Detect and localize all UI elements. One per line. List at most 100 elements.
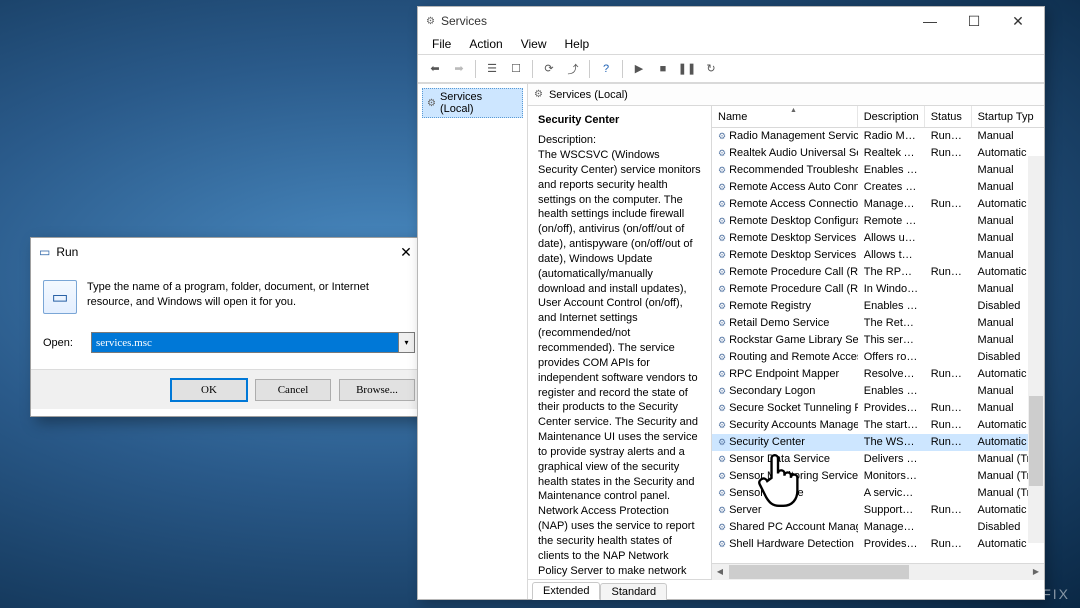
table-row[interactable]: ⚙Remote Desktop Configurat...Remote Des.… (712, 213, 1044, 230)
tab-standard[interactable]: Standard (600, 583, 667, 600)
service-list[interactable]: ⚙Radio Management ServiceRadio Mana...Ru… (712, 128, 1044, 563)
gear-icon: ⚙ (718, 267, 726, 278)
gear-icon: ⚙ (718, 369, 726, 380)
table-row[interactable]: ⚙Sensor Data ServiceDelivers dat...Manua… (712, 451, 1044, 468)
table-row[interactable]: ⚙Radio Management ServiceRadio Mana...Ru… (712, 128, 1044, 145)
service-name: Routing and Remote Access (729, 351, 858, 363)
table-row[interactable]: ⚙Shared PC Account ManagerManages pr...D… (712, 519, 1044, 536)
detail-pane: Security Center Description: The WSCSVC … (528, 106, 712, 579)
col-startup[interactable]: Startup Typ (972, 106, 1044, 127)
table-row[interactable]: ⚙Sensor ServiceA service fo...Manual (Tr… (712, 485, 1044, 502)
service-desc: Monitors va... (858, 469, 925, 483)
table-row[interactable]: ⚙Remote Procedure Call (RPC)The RPCSS s.… (712, 264, 1044, 281)
service-desc: Enables aut... (858, 163, 925, 177)
service-desc: The startup ... (858, 418, 925, 432)
gear-icon: ⚙ (718, 165, 726, 176)
minimize-icon[interactable]: — (908, 8, 952, 34)
service-status: Running (925, 197, 972, 211)
service-desc: Manages di... (858, 197, 925, 211)
help-icon[interactable]: ? (595, 58, 617, 80)
table-row[interactable]: ⚙Remote Access Auto Conne...Creates a co… (712, 179, 1044, 196)
gear-icon: ⚙ (534, 89, 543, 100)
refresh-icon[interactable]: ⟳ (538, 58, 560, 80)
play-icon[interactable]: ▶ (628, 58, 650, 80)
scrollbar-thumb[interactable] (1029, 396, 1043, 486)
run-titlebar[interactable]: ▭ Run ✕ (31, 238, 427, 266)
table-row[interactable]: ⚙Retail Demo ServiceThe Retail D...Manua… (712, 315, 1044, 332)
table-row[interactable]: ⚙Remote Desktop Services U...Allows the … (712, 247, 1044, 264)
open-input[interactable] (92, 333, 398, 352)
tab-extended[interactable]: Extended (532, 582, 600, 600)
open-label: Open: (43, 337, 83, 349)
scrollbar-thumb[interactable] (729, 565, 909, 579)
service-desc: Creates a co... (858, 180, 925, 194)
tree-label: Services (Local) (440, 91, 518, 115)
service-name: Sensor Data Service (729, 453, 830, 465)
open-combobox[interactable]: ▾ (91, 332, 415, 353)
services-title: Services (441, 14, 487, 28)
service-desc: Allows the r... (858, 248, 925, 262)
close-icon[interactable]: ✕ (996, 8, 1040, 34)
service-name: Remote Access Connection... (729, 198, 858, 210)
maximize-icon[interactable]: ☐ (952, 8, 996, 34)
col-name[interactable]: Name (712, 106, 858, 127)
gear-icon: ⚙ (718, 352, 726, 363)
horizontal-scrollbar[interactable]: ◀ ▶ (712, 563, 1044, 579)
table-row[interactable]: ⚙Rockstar Game Library Servi...This serv… (712, 332, 1044, 349)
menu-file[interactable]: File (424, 35, 459, 54)
table-row[interactable]: ⚙Realtek Audio Universal Ser...Realtek A… (712, 145, 1044, 162)
service-desc: Offers routi... (858, 350, 925, 364)
menu-view[interactable]: View (513, 35, 555, 54)
menu-help[interactable]: Help (557, 35, 598, 54)
table-row[interactable]: ⚙Security Accounts ManagerThe startup ..… (712, 417, 1044, 434)
service-desc: Resolves RP... (858, 367, 925, 381)
table-row[interactable]: ⚙Secure Socket Tunneling Pr...Provides s… (712, 400, 1044, 417)
table-row[interactable]: ⚙Routing and Remote AccessOffers routi..… (712, 349, 1044, 366)
table-row[interactable]: ⚙Security CenterThe WSCSV...RunningAutom… (712, 434, 1044, 451)
export-icon[interactable]: ⤴ (562, 58, 584, 80)
scroll-right-icon[interactable]: ▶ (1028, 564, 1044, 580)
show-hide-icon[interactable]: ☰ (481, 58, 503, 80)
table-row[interactable]: ⚙RPC Endpoint MapperResolves RP...Runnin… (712, 366, 1044, 383)
scroll-left-icon[interactable]: ◀ (712, 564, 728, 580)
gear-icon: ⚙ (718, 250, 726, 261)
gear-icon: ⚙ (718, 148, 726, 159)
gear-icon: ⚙ (718, 318, 726, 329)
table-row[interactable]: ⚙Shell Hardware DetectionProvides no...R… (712, 536, 1044, 553)
tree-services-local[interactable]: ⚙ Services (Local) (422, 88, 523, 118)
table-row[interactable]: ⚙Remote Access Connection...Manages di..… (712, 196, 1044, 213)
pause-icon[interactable]: ❚❚ (676, 58, 698, 80)
service-status (925, 169, 972, 171)
gear-icon: ⚙ (718, 386, 726, 397)
table-row[interactable]: ⚙Secondary LogonEnables star...Manual (712, 383, 1044, 400)
tree-pane: ⚙ Services (Local) (418, 84, 528, 599)
stop-icon[interactable]: ■ (652, 58, 674, 80)
col-status[interactable]: Status (925, 106, 972, 127)
table-row[interactable]: ⚙Remote Procedure Call (RP...In Windows.… (712, 281, 1044, 298)
service-desc: Provides su... (858, 401, 925, 415)
gear-icon: ⚙ (718, 505, 726, 516)
chevron-down-icon[interactable]: ▾ (398, 333, 414, 352)
service-desc: Radio Mana... (858, 129, 925, 143)
back-icon[interactable]: ⬅ (424, 58, 446, 80)
browse-button[interactable]: Browse... (339, 379, 415, 401)
service-name: Retail Demo Service (729, 317, 829, 329)
table-row[interactable]: ⚙Recommended Troublesho...Enables aut...… (712, 162, 1044, 179)
properties-icon[interactable]: ☐ (505, 58, 527, 80)
menu-action[interactable]: Action (461, 35, 510, 54)
table-row[interactable]: ⚙Remote Desktop ServicesAllows user...Ma… (712, 230, 1044, 247)
services-titlebar[interactable]: ⚙ Services — ☐ ✕ (418, 7, 1044, 35)
table-row[interactable]: ⚙Sensor Monitoring ServiceMonitors va...… (712, 468, 1044, 485)
cancel-button[interactable]: Cancel (255, 379, 331, 401)
table-row[interactable]: ⚙Remote RegistryEnables rem...Disabled (712, 298, 1044, 315)
ok-button[interactable]: OK (171, 379, 247, 401)
table-row[interactable]: ⚙ServerSupports fil...RunningAutomatic (712, 502, 1044, 519)
col-desc[interactable]: Description (858, 106, 925, 127)
forward-icon[interactable]: ➡ (448, 58, 470, 80)
service-desc: The Retail D... (858, 316, 925, 330)
restart-icon[interactable]: ↻ (700, 58, 722, 80)
detail-heading: Security Center (538, 114, 701, 126)
service-status: Running (925, 367, 972, 381)
service-name: Secure Socket Tunneling Pr... (729, 402, 858, 414)
vertical-scrollbar[interactable] (1028, 156, 1044, 543)
